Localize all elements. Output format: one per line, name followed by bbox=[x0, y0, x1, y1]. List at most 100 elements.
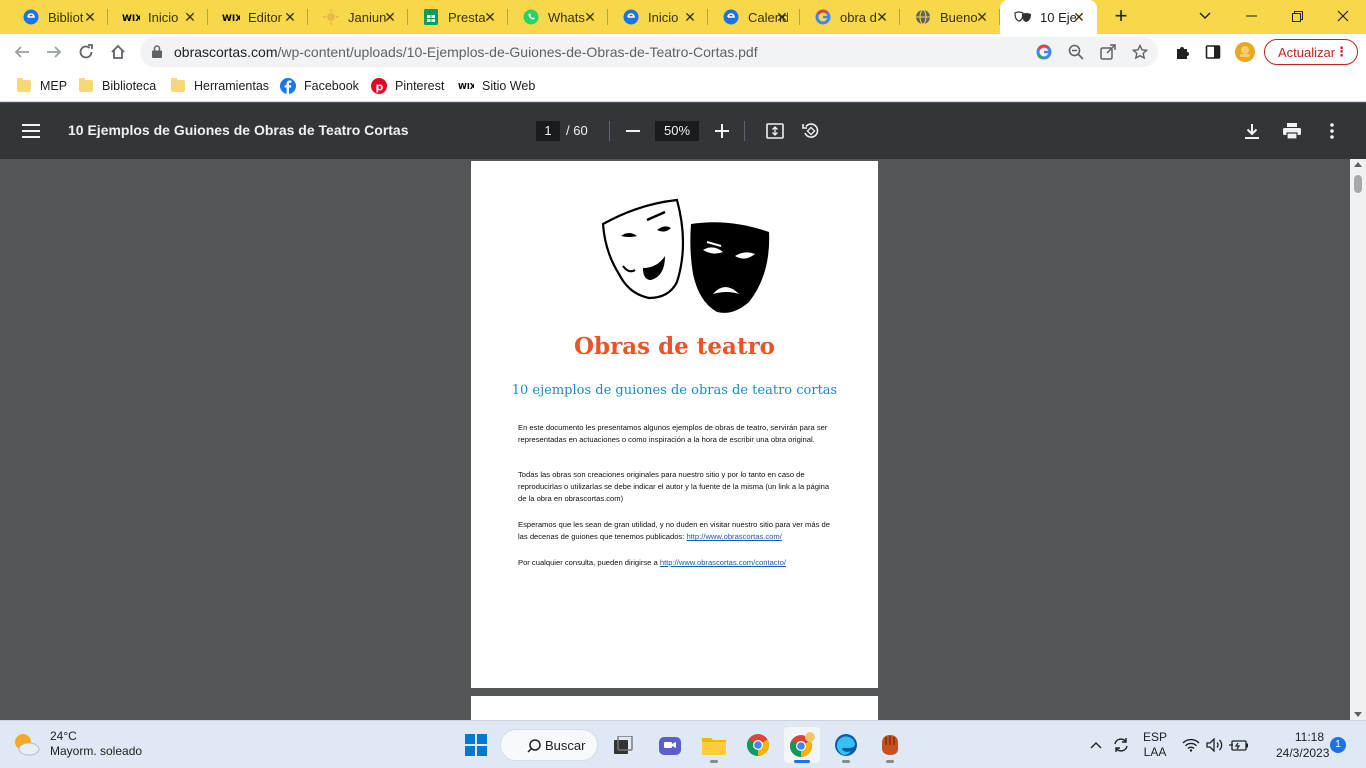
globe-icon bbox=[914, 8, 932, 26]
close-window-button[interactable] bbox=[1320, 0, 1366, 32]
edge-icon[interactable] bbox=[828, 727, 864, 763]
close-icon[interactable]: ✕ bbox=[382, 9, 398, 25]
download-icon[interactable] bbox=[1240, 119, 1264, 143]
menu-icon[interactable] bbox=[22, 120, 44, 142]
file-explorer-icon[interactable] bbox=[696, 727, 732, 763]
sync-icon[interactable] bbox=[1110, 721, 1132, 768]
volume-icon[interactable] bbox=[1204, 721, 1226, 768]
close-icon[interactable]: ✕ bbox=[874, 9, 890, 25]
reload-button[interactable] bbox=[72, 38, 100, 66]
show-hidden-icons-icon[interactable] bbox=[1086, 721, 1106, 768]
profile-avatar[interactable] bbox=[1231, 38, 1259, 66]
close-icon[interactable]: ✕ bbox=[774, 9, 790, 25]
theater-masks-icon bbox=[601, 198, 770, 313]
zoom-out-icon[interactable] bbox=[621, 119, 645, 143]
taskbar-search[interactable]: Buscar bbox=[500, 729, 598, 761]
bookmark-label: Facebook bbox=[304, 79, 359, 93]
tab-editor[interactable]: WIX Editor ✕ bbox=[208, 0, 308, 34]
pdf-title: 10 Ejemplos de Guiones de Obras de Teatr… bbox=[68, 122, 409, 138]
scroll-up-icon[interactable] bbox=[1354, 162, 1362, 167]
share-icon[interactable] bbox=[1098, 42, 1118, 62]
zoom-input[interactable]: 50% bbox=[655, 121, 699, 141]
home-button[interactable] bbox=[104, 38, 132, 66]
baseball-glove-icon[interactable] bbox=[872, 727, 908, 763]
chrome-profile-icon[interactable] bbox=[784, 727, 820, 763]
zoom-icon[interactable] bbox=[1066, 42, 1086, 62]
paragraph: Todas las obras son creaciones originale… bbox=[518, 470, 830, 504]
tab-whatsapp[interactable]: Whats ✕ bbox=[508, 0, 608, 34]
page-number-input[interactable]: 1 bbox=[536, 121, 560, 141]
close-icon[interactable]: ✕ bbox=[682, 9, 698, 25]
wifi-icon[interactable] bbox=[1180, 721, 1202, 768]
back-button[interactable] bbox=[8, 38, 36, 66]
tab-google-search[interactable]: obra d ✕ bbox=[800, 0, 900, 34]
fit-page-icon[interactable] bbox=[763, 119, 787, 143]
system-clock[interactable]: 11:18 24/3/2023 bbox=[1276, 729, 1330, 761]
extensions-icon[interactable] bbox=[1168, 38, 1196, 66]
bookmark-biblioteca[interactable]: Biblioteca bbox=[78, 76, 156, 96]
language-code: ESP bbox=[1142, 730, 1167, 744]
tab-search-button[interactable] bbox=[1182, 0, 1228, 32]
minimize-button[interactable] bbox=[1228, 0, 1274, 32]
tab-calendario[interactable]: Calend ✕ bbox=[708, 0, 800, 34]
battery-plug-icon[interactable] bbox=[1228, 721, 1250, 768]
more-options-icon[interactable] bbox=[1320, 119, 1344, 143]
url-path: /wp-content/uploads/10-Ejemplos-de-Guion… bbox=[277, 44, 758, 60]
zoom-in-icon[interactable] bbox=[710, 119, 734, 143]
bookmark-sitio-web[interactable]: WIX Sitio Web bbox=[458, 76, 535, 96]
close-icon[interactable]: ✕ bbox=[282, 9, 298, 25]
bookmark-facebook[interactable]: Facebook bbox=[280, 76, 359, 96]
notification-badge[interactable]: 1 bbox=[1330, 737, 1346, 753]
contact-link[interactable]: http://www.obrascortas.com/contacto/ bbox=[660, 558, 786, 567]
tab-janiun[interactable]: Janiun ✕ bbox=[308, 0, 408, 34]
lock-icon[interactable] bbox=[152, 45, 162, 61]
browser-toolbar: obrascortas.com/wp-content/uploads/10-Ej… bbox=[0, 34, 1366, 70]
url-text[interactable]: obrascortas.com/wp-content/uploads/10-Ej… bbox=[174, 44, 758, 60]
tab-inicio[interactable]: Inicio ✕ bbox=[608, 0, 708, 34]
tab-presta[interactable]: Presta ✕ bbox=[408, 0, 508, 34]
website-link[interactable]: http://www.obrascortas.com/ bbox=[686, 532, 781, 541]
partly-sunny-icon bbox=[15, 734, 40, 756]
print-icon[interactable] bbox=[1280, 119, 1304, 143]
close-icon[interactable]: ✕ bbox=[1071, 9, 1087, 25]
google-icon bbox=[814, 8, 832, 26]
weather-widget[interactable]: 24°C Mayorm. soleado bbox=[12, 729, 142, 759]
tab-bueno[interactable]: Bueno ✕ bbox=[900, 0, 1000, 34]
bookmark-pinterest[interactable]: p Pinterest bbox=[371, 76, 444, 96]
scrollbar[interactable] bbox=[1350, 159, 1366, 720]
bookmarks-bar: MEP Biblioteca Herramientas Facebook p P… bbox=[0, 70, 1366, 102]
forward-button[interactable] bbox=[40, 38, 68, 66]
restore-button[interactable] bbox=[1274, 0, 1320, 32]
bookmark-star-icon[interactable] bbox=[1130, 42, 1150, 62]
bookmark-herramientas[interactable]: Herramientas bbox=[170, 76, 269, 96]
tab-active-pdf[interactable]: 10 Eje ✕ bbox=[1000, 0, 1097, 34]
pdf-document-area[interactable]: Obras de teatro 10 ejemplos de guiones d… bbox=[0, 159, 1366, 720]
language-indicator[interactable]: ESP LAA bbox=[1138, 721, 1172, 768]
start-button[interactable] bbox=[458, 727, 494, 763]
scroll-down-icon[interactable] bbox=[1354, 712, 1362, 717]
tab-inicio-wix[interactable]: WIX Inicio ✕ bbox=[108, 0, 208, 34]
wix-icon: WIX bbox=[222, 8, 240, 26]
pdf-toolbar: 10 Ejemplos de Guiones de Obras de Teatr… bbox=[0, 103, 1366, 159]
bookmark-mep[interactable]: MEP bbox=[16, 76, 67, 96]
new-tab-button[interactable]: + bbox=[1109, 5, 1133, 29]
close-icon[interactable]: ✕ bbox=[974, 9, 990, 25]
address-bar[interactable]: obrascortas.com/wp-content/uploads/10-Ej… bbox=[140, 37, 1158, 67]
teams-chat-icon[interactable] bbox=[652, 727, 688, 763]
close-icon[interactable]: ✕ bbox=[582, 9, 598, 25]
edge-blue-icon bbox=[722, 8, 740, 26]
keyboard-layout: LAA bbox=[1143, 745, 1167, 759]
google-translate-icon[interactable] bbox=[1034, 42, 1054, 62]
close-icon[interactable]: ✕ bbox=[182, 9, 198, 25]
scroll-thumb[interactable] bbox=[1354, 175, 1362, 193]
task-view-icon[interactable] bbox=[606, 727, 642, 763]
url-host: obrascortas.com bbox=[174, 44, 278, 60]
close-icon[interactable]: ✕ bbox=[82, 9, 98, 25]
side-panel-icon[interactable] bbox=[1199, 38, 1227, 66]
tab-bibliot[interactable]: Bibliot ✕ bbox=[8, 0, 108, 34]
chrome-icon[interactable] bbox=[740, 727, 776, 763]
rotate-icon[interactable] bbox=[799, 119, 823, 143]
clock-date: 24/3/2023 bbox=[1276, 746, 1330, 760]
update-button[interactable]: Actualizar ⋮ bbox=[1264, 39, 1358, 65]
close-icon[interactable]: ✕ bbox=[482, 9, 498, 25]
